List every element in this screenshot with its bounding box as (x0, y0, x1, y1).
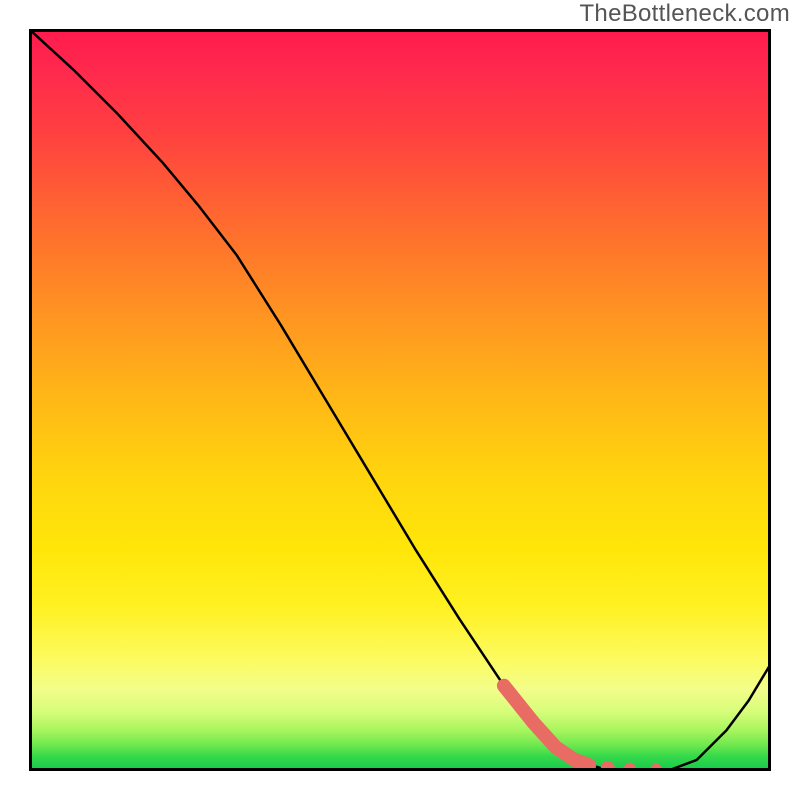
bottleneck-curve (29, 29, 771, 771)
plot-area (29, 29, 771, 771)
watermark-text: TheBottleneck.com (579, 0, 790, 28)
highlight-dot (651, 763, 662, 771)
highlight-dot (624, 763, 636, 771)
curve-layer (29, 29, 771, 771)
highlight-dots (601, 761, 662, 771)
chart-frame: TheBottleneck.com (0, 0, 800, 800)
highlight-dot (601, 761, 615, 771)
highlight-segment (504, 686, 589, 765)
